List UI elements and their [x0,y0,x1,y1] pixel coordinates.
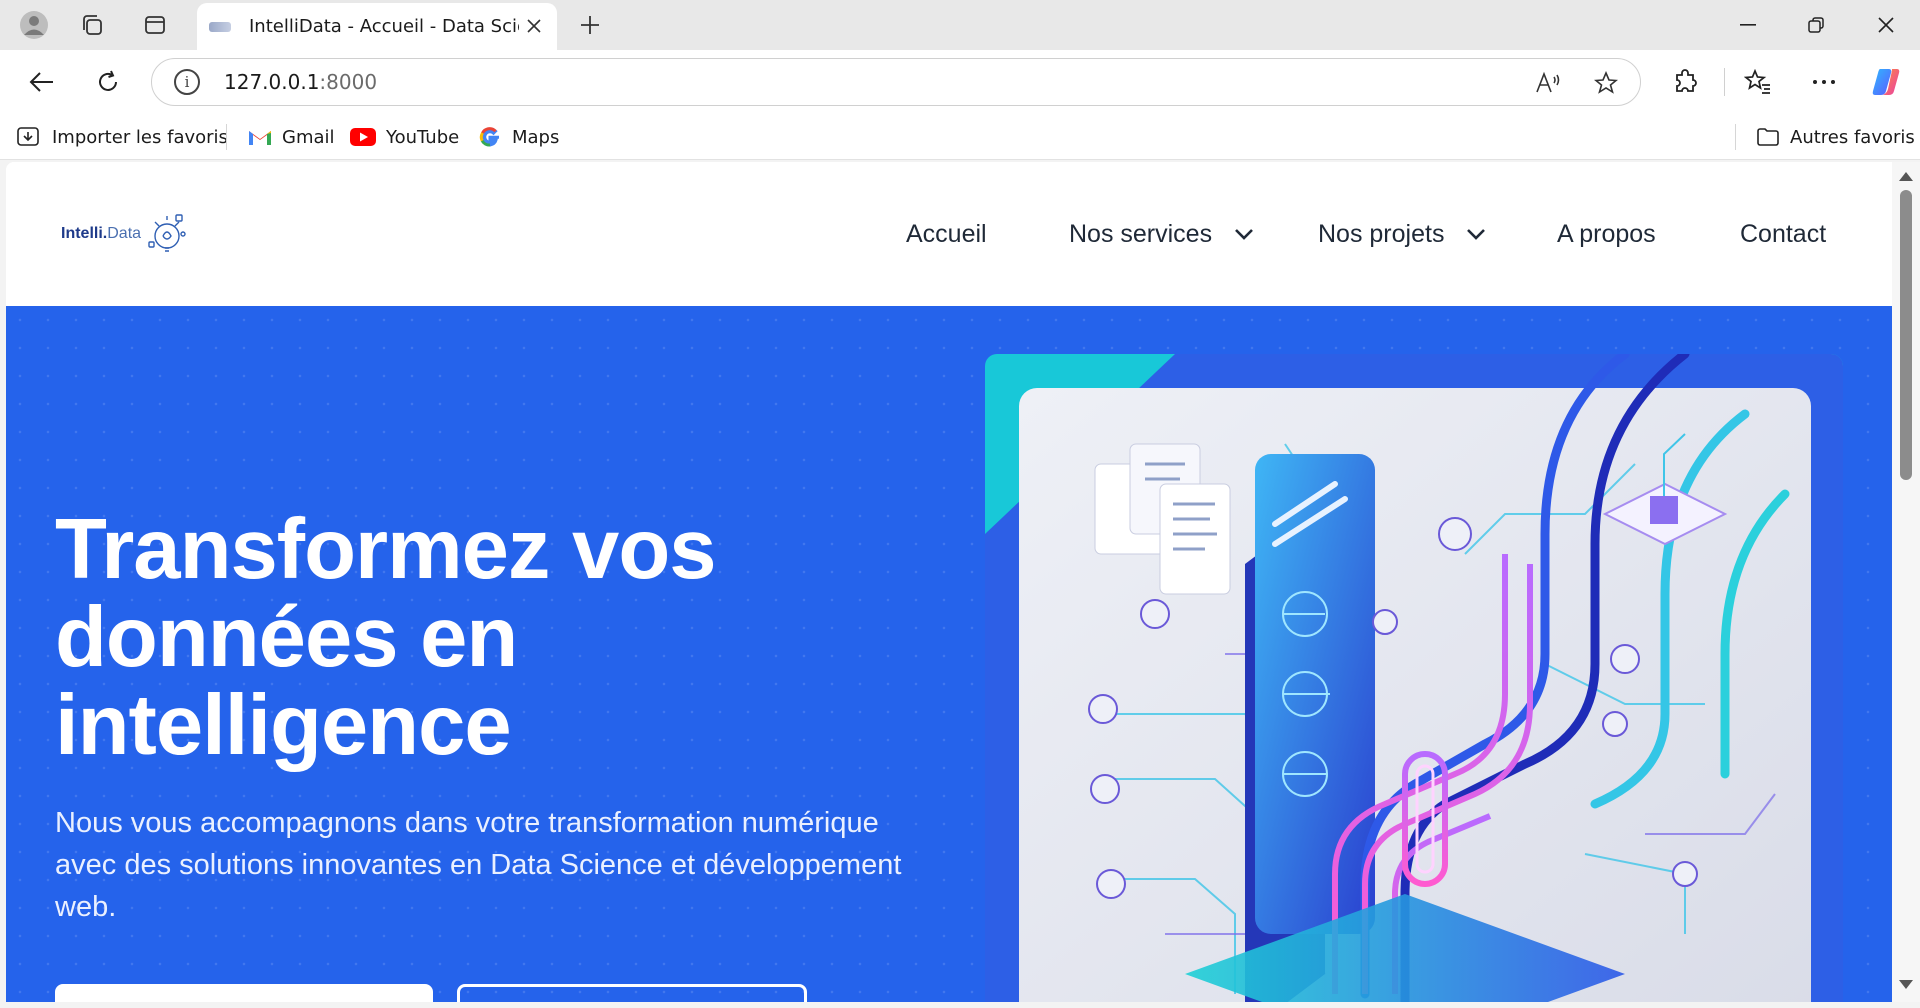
extensions-icon[interactable] [1666,62,1706,102]
address-url: 127.0.0.1:8000 [224,70,378,94]
page-viewport: Intelli. Data Accueil Nos services Nos p… [6,162,1892,1002]
more-menu-icon[interactable] [1804,62,1844,102]
hero-illustration [985,354,1843,1002]
folder-icon [1756,127,1780,147]
page-scrollbar[interactable] [1892,162,1920,1002]
google-maps-icon [478,125,502,149]
close-tab-icon[interactable] [523,15,545,37]
logo-text-primary: Intelli. [61,225,108,242]
bookmark-youtube[interactable]: YouTube [350,122,459,152]
nav-contact[interactable]: Contact [1740,214,1826,254]
nav-accueil[interactable]: Accueil [906,214,987,254]
vertical-tabs-icon[interactable] [135,5,175,45]
active-tab[interactable]: IntelliData - Accueil - Data Science [197,3,557,50]
hero-primary-button[interactable] [55,984,433,1002]
bookmark-maps[interactable]: Maps [478,122,559,152]
workspaces-icon[interactable] [72,5,112,45]
copilot-icon[interactable] [1866,62,1906,102]
other-favorites-label: Autres favoris [1790,126,1915,148]
bookmark-import-favorites[interactable]: Importer les favoris [16,122,228,152]
nav-a-propos[interactable]: A propos [1557,214,1656,254]
logo-text-secondary: Data [107,225,142,242]
restore-icon[interactable] [1782,0,1850,50]
close-window-icon[interactable] [1852,0,1920,50]
site-header: Intelli. Data Accueil Nos services Nos p… [6,162,1892,306]
other-favorites-folder[interactable]: Autres favoris [1756,122,1915,152]
nav-label: Nos services [1069,219,1213,248]
nav-label: Contact [1740,219,1827,248]
read-aloud-icon[interactable] [1532,67,1564,99]
import-favorites-icon [16,125,42,149]
bookmark-label: Gmail [282,126,335,148]
bookmark-label: YouTube [386,126,460,148]
hero-subtitle: Nous vous accompagnons dans votre transf… [55,807,902,923]
nav-nos-services[interactable]: Nos services [1069,214,1254,254]
favorite-star-icon[interactable] [1590,67,1622,99]
browser-toolbar: i 127.0.0.1:8000 [0,50,1920,114]
site-info-icon[interactable]: i [174,69,200,95]
favorites-list-icon[interactable] [1738,62,1778,102]
logo-lightbulb-icon [145,212,189,256]
chevron-down-icon [1234,228,1254,240]
hero-secondary-button[interactable] [457,984,807,1002]
profile-avatar-icon[interactable] [14,5,54,45]
reload-icon[interactable] [88,62,128,102]
scroll-up-arrow-icon[interactable] [1899,172,1913,181]
new-tab-icon[interactable] [570,5,610,45]
hero-section: Transformez vos données en intelligence … [6,306,1892,1002]
nav-label: Nos projets [1318,219,1445,248]
tab-favicon-icon [209,21,231,32]
chevron-down-icon [1466,228,1486,240]
nav-nos-projets[interactable]: Nos projets [1318,214,1486,254]
hero-title: Transformez vos données en intelligence [55,502,717,773]
bookmark-label: Maps [512,126,560,148]
nav-label: A propos [1557,219,1656,248]
tab-title: IntelliData - Accueil - Data Science [249,16,519,37]
site-logo[interactable]: Intelli. Data [61,212,189,256]
browser-tab-strip: IntelliData - Accueil - Data Science [0,0,1920,50]
back-arrow-icon[interactable] [22,62,62,102]
nav-label: Accueil [906,219,987,248]
bookmark-label: Importer les favoris [52,126,228,148]
address-bar[interactable]: i 127.0.0.1:8000 [151,58,1641,106]
minimize-icon[interactable] [1714,0,1782,50]
youtube-icon [350,128,376,146]
scrollbar-thumb[interactable] [1900,190,1912,480]
gmail-icon [248,128,272,146]
scroll-down-arrow-icon[interactable] [1899,980,1913,989]
bookmarks-bar: Importer les favoris Gmail YouTube Maps … [0,114,1920,160]
bookmark-gmail[interactable]: Gmail [248,122,335,152]
